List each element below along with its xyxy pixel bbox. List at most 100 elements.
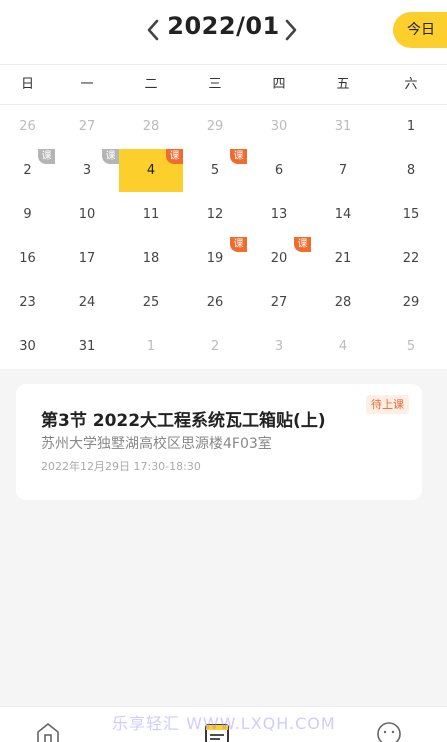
day-number: 14 (334, 207, 352, 222)
calendar-week-row: 26 27 28 29 30 31 1 (0, 105, 447, 148)
top-bar: 2022/01 今日 (0, 0, 447, 64)
day-number: 28 (334, 295, 352, 310)
day-number: 30 (270, 119, 288, 134)
selected-day-cell[interactable]: 4课 (119, 149, 183, 192)
weekday-label: 六 (404, 77, 418, 92)
weekday-label: 一 (80, 77, 94, 92)
day-cell[interactable]: 27 (247, 281, 311, 324)
calendar-week-row: 23 24 25 26 27 28 29 (0, 281, 447, 324)
day-cell[interactable]: 21 (311, 237, 375, 280)
weekday-label: 二 (144, 77, 158, 92)
day-number: 18 (142, 251, 160, 266)
weekday-header-row: 日一二三四五六 (0, 65, 447, 105)
day-number: 11 (142, 207, 160, 222)
course-badge: 课 (294, 237, 311, 252)
day-cell[interactable]: 29 (375, 281, 447, 324)
status-badge: 待上课 (366, 395, 409, 414)
course-badge: 课 (230, 237, 247, 252)
day-number: 10 (78, 207, 96, 222)
course-card[interactable]: 第3节 2022大工程系统瓦工箱贴(上) 苏州大学独墅湖高校区思源楼4F03室 … (16, 384, 422, 500)
day-number: 7 (338, 163, 348, 178)
day-cell[interactable]: 11 (119, 193, 183, 236)
calendar-grid: 日一二三四五六 26 27 28 29 30 31 1 2 课 3 课 4 课 5 课 6 7 8 9 10 11 12 1… (0, 64, 447, 369)
day-cell[interactable]: 13 (247, 193, 311, 236)
day-cell[interactable]: 2 (183, 325, 247, 368)
day-cell[interactable]: 22 (375, 237, 447, 280)
day-cell[interactable]: 3 (247, 325, 311, 368)
day-cell[interactable]: 29 (183, 105, 247, 148)
day-cell[interactable]: 1 (375, 105, 447, 148)
day-number: 4 (338, 339, 348, 354)
home-icon[interactable] (35, 721, 61, 742)
day-cell[interactable]: 7 (311, 149, 375, 192)
day-cell[interactable]: 16 (0, 237, 55, 280)
day-number: 20 (270, 251, 288, 266)
day-number: 19 (206, 251, 224, 266)
day-cell[interactable]: 20 课 (247, 237, 311, 280)
day-number: 2 (210, 339, 220, 354)
calendar-week-row: 30 31 1 2 3 4 5 (0, 325, 447, 368)
day-number: 16 (19, 251, 36, 266)
day-cell[interactable]: 26 (183, 281, 247, 324)
day-number: 1 (406, 119, 416, 134)
day-cell[interactable]: 30 (247, 105, 311, 148)
day-cell[interactable]: 27 (55, 105, 119, 148)
day-number: 28 (142, 119, 160, 134)
day-cell[interactable]: 10 (55, 193, 119, 236)
day-cell[interactable]: 23 (0, 281, 55, 324)
day-number: 12 (206, 207, 224, 222)
weekday-label: 四 (272, 77, 286, 92)
day-cell[interactable]: 5课 (183, 149, 247, 192)
day-cell[interactable]: 8 (375, 149, 447, 192)
day-cell[interactable]: 28 (119, 105, 183, 148)
day-cell[interactable]: 4 (311, 325, 375, 368)
day-cell[interactable]: 2课 (0, 149, 55, 192)
day-number: 1 (146, 339, 156, 354)
day-cell[interactable]: 25 (119, 281, 183, 324)
day-number: 26 (19, 119, 36, 134)
today-button[interactable]: 今日 (393, 12, 447, 48)
day-number: 5 (406, 339, 416, 354)
course-location: 苏州大学独墅湖高校区思源楼4F03室 (41, 436, 272, 452)
day-number: 2 (23, 163, 32, 178)
day-cell[interactable]: 3课 (55, 149, 119, 192)
month-title: 2022/01 (167, 12, 280, 40)
profile-face-icon[interactable] (376, 721, 402, 742)
day-cell[interactable]: 6 (247, 149, 311, 192)
day-number: 3 (82, 163, 92, 178)
course-title: 第3节 2022大工程系统瓦工箱贴(上) (41, 411, 326, 431)
day-cell[interactable]: 17 (55, 237, 119, 280)
day-number: 27 (78, 119, 96, 134)
day-number: 29 (402, 295, 420, 310)
day-cell[interactable]: 9 (0, 193, 55, 236)
course-badge: 课 (102, 149, 119, 164)
day-cell[interactable]: 19 课 (183, 237, 247, 280)
day-cell[interactable]: 30 (0, 325, 55, 368)
weekday-label: 三 (208, 77, 222, 92)
day-cell[interactable]: 14 (311, 193, 375, 236)
day-cell[interactable]: 12 (183, 193, 247, 236)
day-cell[interactable]: 18 (119, 237, 183, 280)
day-cell[interactable]: 15 (375, 193, 447, 236)
course-badge: 课 (38, 149, 55, 164)
day-number: 9 (23, 207, 32, 222)
day-cell[interactable]: 5 (375, 325, 447, 368)
day-number: 8 (406, 163, 416, 178)
day-cell[interactable]: 1 (119, 325, 183, 368)
day-cell[interactable]: 26 (0, 105, 55, 148)
day-cell[interactable]: 31 (55, 325, 119, 368)
day-number: 15 (402, 207, 420, 222)
day-number: 25 (142, 295, 160, 310)
day-number: 21 (334, 251, 352, 266)
day-cell[interactable]: 28 (311, 281, 375, 324)
day-number: 24 (78, 295, 96, 310)
day-number: 4 (146, 163, 156, 178)
next-month-chevron-right-icon[interactable] (280, 17, 302, 43)
day-number: 6 (274, 163, 284, 178)
course-time: 2022年12月29日 17:30-18:30 (41, 460, 201, 473)
day-cell[interactable]: 31 (311, 105, 375, 148)
calendar-week-row: 2课3课4课5课678 (0, 149, 447, 192)
day-number: 31 (334, 119, 352, 134)
day-cell[interactable]: 24 (55, 281, 119, 324)
weekday-label: 日 (20, 77, 34, 92)
